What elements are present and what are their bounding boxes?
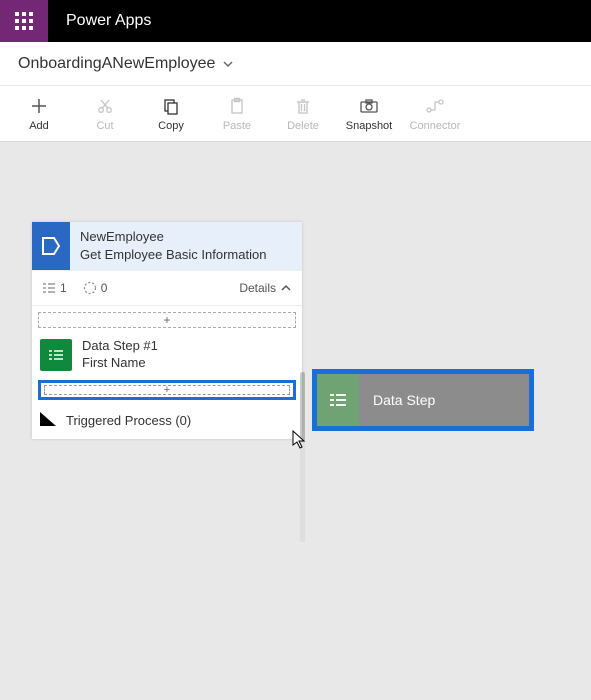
copy-button[interactable]: Copy — [138, 86, 204, 142]
pending-count: 0 — [83, 281, 108, 295]
triggered-label: Triggered Process (0) — [66, 413, 191, 428]
copy-label: Copy — [158, 120, 184, 132]
connector-button[interactable]: Connector — [402, 86, 468, 142]
stage-subtitle: Get Employee Basic Information — [80, 246, 266, 264]
drag-ghost-label: Data Step — [359, 392, 435, 408]
stage-body: + Data Step #1 First Name + Triggered Pr… — [32, 312, 302, 439]
drag-ghost-data-step[interactable]: Data Step — [312, 369, 534, 431]
delete-button[interactable]: Delete — [270, 86, 336, 142]
paste-button[interactable]: Paste — [204, 86, 270, 142]
cut-button[interactable]: Cut — [72, 86, 138, 142]
waffle-icon — [15, 12, 33, 30]
step-count: 1 — [42, 281, 67, 295]
list-icon — [42, 282, 56, 294]
connector-icon — [425, 96, 445, 116]
delete-label: Delete — [287, 120, 319, 132]
paste-label: Paste — [223, 120, 251, 132]
stage-header[interactable]: NewEmployee Get Employee Basic Informati… — [32, 222, 302, 270]
details-toggle[interactable]: Details — [239, 281, 292, 295]
breadcrumb-name[interactable]: OnboardingANewEmployee — [18, 55, 215, 73]
flag-icon — [40, 412, 56, 429]
toolbar: Add Cut Copy Paste — [0, 86, 591, 142]
stage-header-text: NewEmployee Get Employee Basic Informati… — [70, 222, 276, 270]
data-step-item[interactable]: Data Step #1 First Name — [38, 334, 296, 376]
stage-title: NewEmployee — [80, 228, 266, 246]
data-step-title: Data Step #1 — [82, 338, 158, 355]
scrollbar-thumb[interactable] — [300, 372, 305, 442]
plus-icon — [30, 96, 48, 116]
data-step-subtitle: First Name — [82, 355, 158, 372]
connector-label: Connector — [410, 120, 461, 132]
chevron-down-icon[interactable] — [221, 57, 235, 71]
chevron-up-icon — [280, 282, 292, 294]
copy-icon — [162, 96, 180, 116]
app-header: Power Apps — [0, 0, 591, 42]
scissors-icon — [96, 96, 114, 116]
stage-meta-row: 1 0 Details — [32, 270, 302, 306]
insert-slot-top[interactable]: + — [38, 312, 296, 328]
data-step-icon — [317, 374, 359, 426]
pending-count-value: 0 — [101, 281, 108, 295]
trash-icon — [294, 96, 312, 116]
breadcrumb-bar: OnboardingANewEmployee — [0, 42, 591, 86]
app-title: Power Apps — [48, 0, 169, 42]
data-step-icon — [40, 339, 72, 371]
camera-icon — [359, 96, 379, 116]
stage-chevron-icon — [32, 222, 70, 270]
details-label: Details — [239, 281, 276, 295]
snapshot-button[interactable]: Snapshot — [336, 86, 402, 142]
app-launcher-button[interactable] — [0, 0, 48, 42]
active-drop-slot[interactable]: + — [38, 380, 296, 400]
add-label: Add — [29, 120, 49, 132]
active-plus: + — [164, 384, 170, 396]
snapshot-label: Snapshot — [346, 120, 392, 132]
step-count-value: 1 — [60, 281, 67, 295]
add-button[interactable]: Add — [6, 86, 72, 142]
dashed-circle-icon — [83, 281, 97, 295]
cut-label: Cut — [96, 120, 113, 132]
workflow-stage-card[interactable]: NewEmployee Get Employee Basic Informati… — [32, 222, 302, 439]
clipboard-icon — [228, 96, 246, 116]
designer-canvas[interactable]: NewEmployee Get Employee Basic Informati… — [0, 142, 591, 700]
plus-indicator: + — [163, 313, 170, 327]
triggered-process-row[interactable]: Triggered Process (0) — [38, 404, 296, 431]
